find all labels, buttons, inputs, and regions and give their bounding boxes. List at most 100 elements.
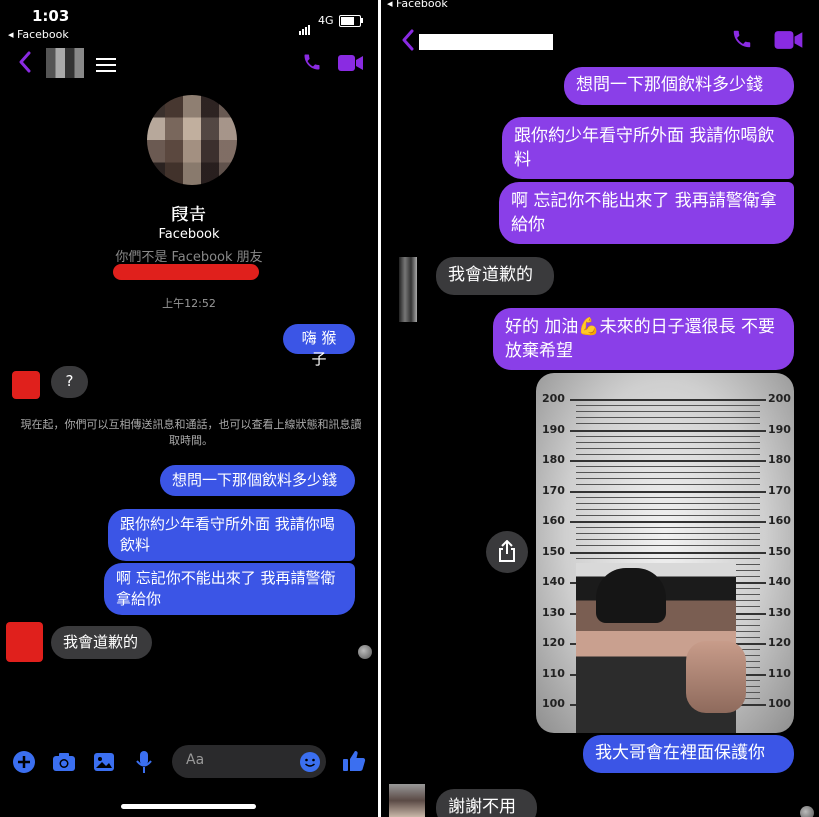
height-chart-minor-line — [576, 453, 760, 455]
height-chart-minor-line — [576, 557, 760, 559]
emoji-icon[interactable] — [299, 751, 321, 773]
phone-icon — [733, 30, 751, 48]
height-chart-minor-line — [576, 423, 760, 425]
like-icon — [343, 751, 366, 771]
height-chart-label: 160 — [542, 514, 565, 527]
phone-icon — [304, 54, 320, 70]
redaction-bar — [113, 264, 259, 280]
message-bubble-outgoing[interactable]: 我大哥會在裡面保護你 — [583, 735, 794, 773]
back-to-app-link[interactable]: ◂ Facebook — [8, 28, 69, 41]
sender-avatar[interactable] — [389, 784, 425, 817]
height-chart-minor-line — [576, 472, 760, 474]
height-chart-minor-line — [576, 496, 760, 498]
signal-icon — [299, 16, 311, 35]
message-bubble-outgoing[interactable]: 好的 加油💪未來的日子還很長 不要放棄希望 — [493, 308, 794, 370]
height-chart-label: 100 — [768, 697, 791, 710]
height-chart-minor-line — [576, 441, 760, 443]
back-to-app-link[interactable]: ◂ Facebook — [387, 0, 448, 10]
status-time: 1:03 — [32, 7, 70, 25]
message-timestamp: 上午12:52 — [162, 297, 216, 310]
message-bubble-outgoing[interactable]: 想問一下那個飲料多少錢 — [160, 465, 355, 496]
sender-avatar[interactable] — [399, 257, 417, 322]
voice-button[interactable] — [136, 750, 152, 778]
call-button[interactable] — [302, 52, 322, 76]
message-bubble-incoming[interactable]: 我會道歉的 — [51, 626, 152, 659]
chat-notice: 現在起，你們可以互相傳送訊息和通話，也可以查看上線狀態和訊息讀取時間。 — [20, 418, 362, 447]
call-button[interactable] — [731, 28, 753, 54]
height-chart-minor-line — [576, 466, 760, 468]
like-button[interactable] — [342, 749, 366, 777]
seen-indicator-avatar — [358, 645, 372, 659]
message-bubble-outgoing[interactable]: 跟你約少年看守所外面 我請你喝飲料 — [108, 509, 355, 561]
message-bubble-outgoing[interactable]: 跟你約少年看守所外面 我請你喝飲料 — [502, 117, 794, 179]
profile-name: 𠭊𠮷 — [171, 205, 207, 225]
height-chart-label: 130 — [768, 605, 791, 619]
photo-person-hair — [596, 568, 666, 623]
height-chart-minor-line — [576, 502, 760, 504]
height-chart-line — [570, 399, 766, 401]
video-icon — [338, 55, 363, 71]
back-button[interactable] — [18, 50, 32, 78]
height-chart-minor-line — [576, 545, 760, 547]
menu-icon[interactable] — [96, 58, 116, 76]
seen-indicator-avatar — [800, 806, 814, 817]
height-chart-label: 120 — [542, 636, 565, 649]
video-call-button[interactable] — [338, 54, 364, 76]
redacted-name — [419, 34, 553, 50]
chevron-left-icon — [402, 29, 414, 51]
sender-avatar[interactable] — [6, 622, 43, 662]
height-chart-label: 180 — [542, 453, 565, 466]
message-bubble-outgoing[interactable]: 嗨 猴子 — [283, 324, 355, 368]
height-chart-label: 200 — [768, 392, 791, 405]
back-button[interactable] — [401, 28, 415, 56]
message-bubble-incoming[interactable]: 謝謝不用 — [436, 789, 537, 817]
chat-screen-right: ◂ Facebook 想問一下那個飲料多少錢 跟你約少年看守所外面 我請你喝飲料… — [381, 0, 819, 817]
height-chart-minor-line — [576, 514, 760, 516]
message-bubble-outgoing[interactable]: 啊 忘記你不能出來了 我再請警衛拿給你 — [499, 182, 794, 244]
height-chart-label: 150 — [542, 544, 565, 558]
message-bubble-outgoing[interactable]: 啊 忘記你不能出來了 我再請警衛拿給你 — [104, 563, 355, 615]
height-chart-minor-line — [576, 508, 760, 510]
height-chart-label: 190 — [768, 422, 791, 436]
height-chart-label: 180 — [768, 453, 791, 466]
gallery-button[interactable] — [93, 752, 115, 776]
share-button[interactable] — [486, 531, 528, 573]
header-avatar[interactable] — [46, 48, 84, 78]
image-icon — [94, 753, 114, 771]
height-chart-label: 140 — [542, 575, 565, 588]
mugshot-image[interactable]: 100 100 110 110 120 120 130 130 140 140 150 150 160 1… — [536, 373, 794, 733]
height-chart-line — [570, 521, 766, 523]
height-chart-label: 160 — [768, 514, 791, 527]
battery-tip — [361, 18, 363, 23]
height-chart-label: 190 — [542, 422, 565, 436]
video-call-button[interactable] — [774, 30, 804, 54]
height-chart-label: 200 — [542, 392, 565, 405]
sender-avatar[interactable] — [12, 371, 40, 399]
height-chart-label: 110 — [542, 666, 565, 680]
message-bubble-incoming[interactable]: 我會道歉的 — [436, 257, 554, 295]
video-icon — [774, 31, 803, 49]
profile-relation: 你們不是 Facebook 朋友 — [115, 250, 263, 265]
add-button[interactable] — [13, 751, 35, 777]
height-chart-minor-line — [576, 478, 760, 480]
message-input[interactable]: Aa — [172, 745, 326, 778]
chevron-left-icon — [19, 51, 31, 73]
chat-screen-left: 1:03 ◂ Facebook 4G 𠭊𠮷 Facebook 你們不是 Face… — [0, 0, 378, 817]
height-chart-label: 140 — [768, 575, 791, 588]
height-chart-label: 150 — [768, 544, 791, 558]
height-chart-minor-line — [576, 484, 760, 486]
height-chart-label: 100 — [542, 697, 565, 710]
height-chart-label: 170 — [768, 483, 791, 497]
height-chart-minor-line — [576, 533, 760, 535]
message-bubble-incoming[interactable]: ? — [51, 366, 88, 398]
battery-icon — [339, 15, 361, 27]
home-indicator — [121, 804, 256, 809]
height-chart-minor-line — [576, 411, 760, 413]
camera-button[interactable] — [52, 752, 76, 776]
height-chart-line — [570, 429, 766, 432]
height-chart-minor-line — [576, 539, 760, 541]
message-bubble-outgoing[interactable]: 想問一下那個飲料多少錢 — [564, 67, 794, 105]
mic-icon — [136, 751, 152, 773]
profile-avatar[interactable] — [147, 95, 237, 185]
height-chart-minor-line — [576, 405, 760, 407]
